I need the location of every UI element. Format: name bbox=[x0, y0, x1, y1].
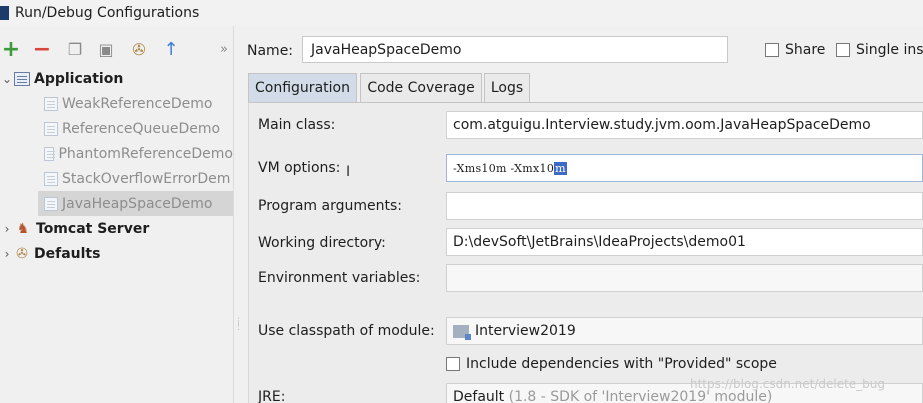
jre-detail: (1.8 - SDK of 'Interview2019' module) bbox=[508, 389, 773, 403]
title-bar: Run/Debug Configurations bbox=[0, 0, 923, 26]
run-config-icon bbox=[44, 121, 58, 136]
tree-node-label: Tomcat Server bbox=[36, 220, 150, 237]
environment-variables-field[interactable] bbox=[446, 264, 923, 292]
main-class-value: com.atguigu.Interview.study.jvm.oom.Java… bbox=[453, 117, 871, 133]
program-arguments-field[interactable] bbox=[446, 192, 923, 220]
plus-icon[interactable]: + bbox=[0, 36, 22, 62]
share-checkbox[interactable]: Share bbox=[765, 40, 825, 60]
name-value: JavaHeapSpaceDemo bbox=[311, 41, 462, 58]
watermark: https://blog.csdn.net/delete_bug bbox=[690, 377, 886, 391]
tree-item[interactable]: WeakReferenceDemo bbox=[44, 91, 233, 116]
share-label: Share bbox=[785, 42, 826, 58]
working-directory-value: D:\devSoft\JetBrains\IdeaProjects\demo01 bbox=[453, 234, 746, 250]
run-config-icon bbox=[44, 196, 58, 211]
more-actions-button[interactable]: » bbox=[216, 36, 232, 62]
run-config-icon bbox=[44, 96, 58, 111]
tree-node-label: Defaults bbox=[34, 245, 101, 262]
splitter[interactable] bbox=[233, 26, 234, 403]
sidebar-toolbar: + − ❐ ▣ ✇ ↑ » bbox=[0, 36, 233, 62]
vm-options-field[interactable]: -Xms10m -Xmx10 m bbox=[446, 154, 923, 182]
name-field[interactable]: JavaHeapSpaceDemo bbox=[302, 36, 728, 63]
tree-item-selected[interactable]: JavaHeapSpaceDemo bbox=[38, 191, 233, 216]
run-config-icon bbox=[44, 146, 56, 161]
wrench-icon[interactable]: ✇ bbox=[128, 36, 150, 62]
window-title: Run/Debug Configurations bbox=[15, 5, 200, 21]
classpath-module-dropdown[interactable]: Interview2019 bbox=[446, 317, 923, 345]
classpath-module-label: Use classpath of module: bbox=[258, 323, 435, 339]
vm-options-label: VM options: bbox=[258, 160, 341, 176]
working-directory-field[interactable]: D:\devSoft\JetBrains\IdeaProjects\demo01 bbox=[446, 228, 923, 256]
main-class-field[interactable]: com.atguigu.Interview.study.jvm.oom.Java… bbox=[446, 111, 923, 139]
environment-variables-label: Environment variables: bbox=[258, 270, 421, 286]
tomcat-icon: ♞ bbox=[16, 220, 30, 237]
chevron-right-icon[interactable]: › bbox=[0, 247, 14, 261]
tab-code-coverage[interactable]: Code Coverage bbox=[360, 73, 482, 102]
checkbox-icon[interactable] bbox=[446, 357, 460, 371]
jre-label: JRE: bbox=[258, 389, 286, 403]
tree-item-label: PhantomReferenceDemo bbox=[58, 145, 233, 162]
tab-configuration[interactable]: Configuration bbox=[248, 73, 357, 102]
tree-item[interactable]: PhantomReferenceDemo bbox=[44, 141, 233, 166]
tree-item[interactable]: ReferenceQueueDemo bbox=[44, 116, 233, 141]
text-cursor-icon: I bbox=[346, 164, 351, 180]
classpath-module-value: Interview2019 bbox=[475, 323, 576, 339]
splitter-grip[interactable]: ⋮ ⋮ bbox=[234, 318, 243, 332]
copy-icon[interactable]: ❐ bbox=[66, 36, 84, 62]
tree-item[interactable]: StackOverflowErrorDem bbox=[44, 166, 233, 191]
tree-item-label: ReferenceQueueDemo bbox=[62, 120, 221, 137]
single-instance-checkbox[interactable]: Single ins bbox=[836, 40, 923, 60]
main-class-label: Main class: bbox=[258, 117, 336, 133]
arrow-up-icon[interactable]: ↑ bbox=[162, 36, 180, 62]
single-instance-label: Single ins bbox=[856, 42, 923, 58]
module-icon bbox=[453, 324, 471, 340]
working-directory-label: Working directory: bbox=[258, 235, 386, 251]
wrench-icon: ✇ bbox=[16, 245, 28, 262]
save-icon[interactable]: ▣ bbox=[96, 36, 116, 62]
include-provided-checkbox[interactable]: Include dependencies with "Provided" sco… bbox=[446, 354, 777, 374]
checkbox-icon[interactable] bbox=[765, 43, 779, 57]
tab-logs[interactable]: Logs bbox=[484, 73, 530, 102]
tree-item-label: StackOverflowErrorDem bbox=[62, 170, 231, 187]
checkbox-icon[interactable] bbox=[836, 43, 850, 57]
name-label: Name: bbox=[247, 43, 294, 59]
chevron-down-icon[interactable]: ⌄ bbox=[0, 72, 14, 86]
jre-value: Default bbox=[453, 389, 505, 403]
app-icon bbox=[0, 6, 9, 20]
tree-node-tomcat-server[interactable]: › ♞ Tomcat Server bbox=[0, 216, 233, 241]
tree-item-label: JavaHeapSpaceDemo bbox=[62, 195, 213, 212]
configurations-sidebar: + − ❐ ▣ ✇ ↑ » ⌄ Application WeakReferenc… bbox=[0, 26, 233, 403]
run-config-icon bbox=[44, 171, 58, 186]
tree-node-defaults[interactable]: › ✇ Defaults bbox=[0, 241, 233, 266]
minus-icon[interactable]: − bbox=[32, 36, 52, 62]
include-provided-label: Include dependencies with "Provided" sco… bbox=[466, 356, 777, 372]
tree-node-application[interactable]: ⌄ Application bbox=[0, 66, 233, 91]
tree-node-label: Application bbox=[34, 70, 124, 87]
program-arguments-label: Program arguments: bbox=[258, 198, 402, 214]
vm-options-selection: m bbox=[554, 161, 567, 175]
name-row: Name: bbox=[247, 38, 307, 64]
vm-options-value: -Xms10m -Xmx10 bbox=[453, 161, 555, 175]
application-icon bbox=[14, 71, 30, 86]
chevron-right-icon[interactable]: › bbox=[0, 222, 14, 236]
tree-item-label: WeakReferenceDemo bbox=[62, 95, 213, 112]
